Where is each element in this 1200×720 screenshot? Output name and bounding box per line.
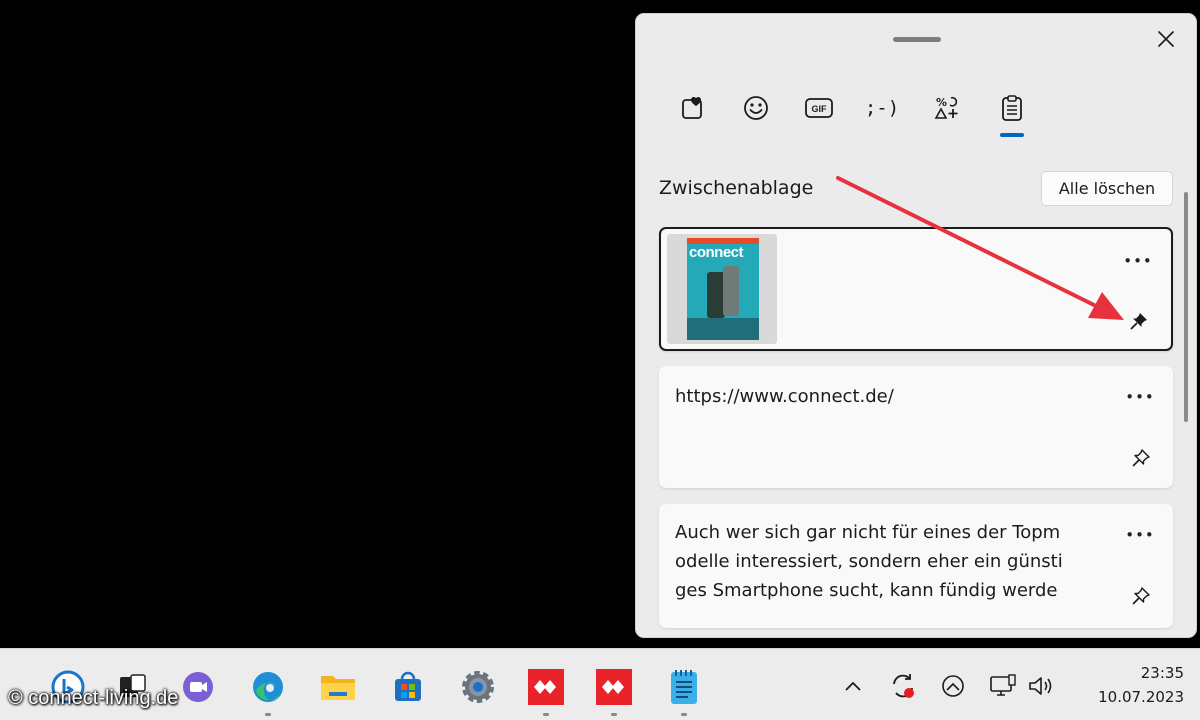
tab-kaomoji[interactable]: ;-) <box>860 86 904 130</box>
taskbar-app-file-explorer[interactable] <box>316 665 360 709</box>
watermark: © connect-living.de <box>8 687 179 709</box>
more-icon: ••• <box>1125 388 1155 406</box>
clip-text-line: odelle interessiert, sondern eher ein gü… <box>675 551 1063 572</box>
clip-text-line: Auch wer sich gar nicht für eines der To… <box>675 522 1061 543</box>
selected-tab-indicator <box>1000 133 1024 137</box>
tab-gif[interactable]: GIF <box>797 86 841 130</box>
tab-favorites[interactable] <box>671 86 715 130</box>
more-options-button[interactable]: ••• <box>1125 525 1155 545</box>
image-thumbnail: connect <box>667 234 777 344</box>
pin-button[interactable] <box>1127 444 1155 472</box>
tab-emoji[interactable] <box>734 86 778 130</box>
file-explorer-icon <box>321 676 355 700</box>
gif-icon: GIF <box>805 98 833 118</box>
pin-button[interactable] <box>1127 582 1155 610</box>
pin-filled-icon <box>1130 313 1147 330</box>
app-running-indicator <box>543 713 549 716</box>
onedrive-icon <box>942 675 964 697</box>
more-icon: ••• <box>1125 526 1155 544</box>
emoji-icon <box>744 96 768 120</box>
taskbar-app-store[interactable] <box>386 665 430 709</box>
taskbar-app-edge[interactable] <box>246 665 290 709</box>
clear-all-button[interactable]: Alle löschen <box>1041 171 1173 206</box>
pin-icon <box>1132 449 1150 467</box>
drag-handle[interactable] <box>893 37 941 42</box>
close-icon <box>1158 31 1174 47</box>
svg-text:%: % <box>936 96 947 109</box>
clipboard-icon <box>1002 95 1022 121</box>
sync-icon <box>893 674 914 698</box>
network-icon <box>990 674 1016 696</box>
symbols-icon: % <box>934 96 958 119</box>
anydesk-icon <box>528 669 564 705</box>
favorites-icon <box>682 96 702 119</box>
teams-chat-icon <box>183 672 213 702</box>
scrollbar[interactable] <box>1184 192 1188 422</box>
app-running-indicator <box>611 713 617 716</box>
notepad-icon <box>671 670 697 704</box>
taskbar-app-anydesk-2[interactable] <box>592 665 636 709</box>
clipboard-item-text[interactable]: https://www.connect.de/ ••• <box>659 366 1173 488</box>
svg-text:GIF: GIF <box>812 104 828 114</box>
clipboard-item-text[interactable]: Auch wer sich gar nicht für eines der To… <box>659 504 1173 628</box>
pin-icon <box>1132 587 1150 605</box>
taskbar-app-notepad[interactable] <box>662 665 706 709</box>
tab-symbols[interactable]: % <box>925 86 969 130</box>
clipboard-panel: GIF ;-) % Zwischenablage Alle löschen co… <box>635 13 1197 638</box>
tray-sync[interactable] <box>886 669 920 703</box>
chevron-up-icon <box>845 681 861 691</box>
close-button[interactable] <box>1148 24 1184 54</box>
more-options-button[interactable]: ••• <box>1123 251 1153 271</box>
app-running-indicator <box>681 713 687 716</box>
more-icon: ••• <box>1123 252 1153 270</box>
pin-button[interactable] <box>1125 307 1153 335</box>
tray-network[interactable] <box>986 669 1020 703</box>
tray-volume[interactable] <box>1024 669 1058 703</box>
tab-clipboard[interactable] <box>990 86 1034 130</box>
settings-icon <box>462 671 494 703</box>
tray-onedrive[interactable] <box>936 669 970 703</box>
clipboard-item-image[interactable]: connect ••• <box>659 227 1173 351</box>
kaomoji-icon: ;-) <box>864 97 900 119</box>
section-title: Zwischenablage <box>659 177 814 199</box>
taskbar-app-anydesk[interactable] <box>524 665 568 709</box>
show-hidden-icons-button[interactable] <box>836 669 870 703</box>
clock-time: 23:35 <box>1140 664 1184 682</box>
edge-icon <box>253 672 283 702</box>
microsoft-store-icon <box>395 671 421 701</box>
taskbar-app-settings[interactable] <box>456 665 500 709</box>
anydesk-icon <box>596 669 632 705</box>
clock-date: 10.07.2023 <box>1098 688 1184 706</box>
clip-text-line: ges Smartphone sucht, kann fündig werde <box>675 580 1058 601</box>
clip-text: https://www.connect.de/ <box>675 386 894 407</box>
taskbar: 23:35 10.07.2023 © connect-living.de <box>0 648 1200 720</box>
clip-text: Auch wer sich gar nicht für eines der To… <box>675 518 1063 605</box>
volume-icon <box>1029 677 1052 695</box>
thumbnail-logo-text: connect <box>689 244 744 261</box>
taskbar-app-teams[interactable] <box>176 665 220 709</box>
app-running-indicator <box>265 713 271 716</box>
more-options-button[interactable]: ••• <box>1125 387 1155 407</box>
taskbar-clock[interactable]: 23:35 10.07.2023 <box>1072 661 1184 709</box>
